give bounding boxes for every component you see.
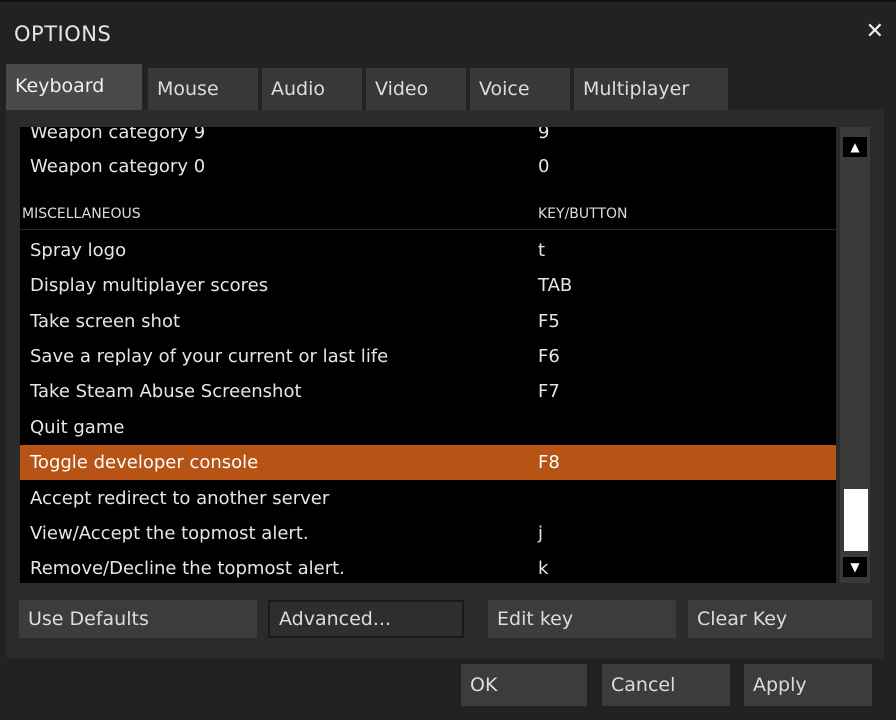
tab-audio[interactable]: Audio — [262, 68, 362, 110]
action-label: Weapon category 0 — [30, 156, 206, 177]
action-label: Toggle developer console — [30, 452, 259, 473]
tab-multiplayer[interactable]: Multiplayer — [574, 68, 728, 110]
key-label: k — [538, 558, 549, 579]
list-item[interactable]: Weapon category 9 9 — [20, 127, 836, 150]
cancel-button[interactable]: Cancel — [602, 664, 730, 706]
key-label: F8 — [538, 452, 560, 473]
arrow-up-icon[interactable]: ▲ — [843, 137, 867, 157]
tab-keyboard[interactable]: Keyboard — [6, 64, 142, 114]
list-item[interactable]: Weapon category 0 0 — [20, 149, 836, 184]
apply-button[interactable]: Apply — [744, 664, 872, 706]
arrow-down-icon[interactable]: ▼ — [843, 557, 867, 577]
section-title: MISCELLANEOUS — [22, 206, 141, 222]
tab-mouse[interactable]: Mouse — [148, 68, 258, 110]
key-label: t — [538, 240, 546, 261]
list-item[interactable]: Take Steam Abuse Screenshot F7 — [20, 374, 836, 409]
dialog-title: OPTIONS — [14, 22, 112, 46]
list-item[interactable]: Remove/Decline the topmost alert. k — [20, 551, 836, 583]
key-label: 0 — [538, 156, 550, 177]
list-item[interactable]: Accept redirect to another server — [20, 481, 836, 516]
action-label: Weapon category 9 — [30, 127, 206, 143]
edit-key-button[interactable]: Edit key — [488, 600, 676, 638]
list-item[interactable]: Quit game — [20, 410, 836, 445]
section-header: MISCELLANEOUS KEY/BUTTON — [20, 197, 836, 232]
key-label: TAB — [538, 275, 573, 296]
key-label: F6 — [538, 346, 560, 367]
key-label: 9 — [538, 127, 550, 143]
tab-video[interactable]: Video — [366, 68, 466, 110]
list-item[interactable]: Display multiplayer scores TAB — [20, 268, 836, 303]
action-label: Accept redirect to another server — [30, 488, 330, 509]
scrollbar-thumb[interactable] — [844, 489, 868, 551]
key-label: j — [538, 523, 544, 544]
close-icon[interactable]: ✕ — [866, 19, 884, 44]
scrollbar[interactable]: ▲ ▼ — [840, 127, 870, 583]
list-item[interactable]: Take screen shot F5 — [20, 304, 836, 339]
list-item-selected[interactable]: Toggle developer console F8 — [20, 445, 836, 480]
action-label: Take screen shot — [30, 311, 181, 332]
list-item[interactable]: View/Accept the topmost alert. j — [20, 516, 836, 551]
action-label: View/Accept the topmost alert. — [30, 523, 309, 544]
action-label: Save a replay of your current or last li… — [30, 346, 389, 367]
key-binding-list[interactable]: Weapon category 9 9 Weapon category 0 0 … — [20, 127, 836, 583]
action-label: Remove/Decline the topmost alert. — [30, 558, 345, 579]
action-label: Display multiplayer scores — [30, 275, 269, 296]
options-dialog: OPTIONS ✕ Keyboard Mouse Audio Video Voi… — [0, 0, 896, 720]
divider — [20, 229, 836, 230]
action-label: Spray logo — [30, 240, 127, 261]
use-defaults-button[interactable]: Use Defaults — [19, 600, 257, 638]
action-label: Quit game — [30, 417, 125, 438]
column-header: KEY/BUTTON — [538, 206, 628, 222]
action-label: Take Steam Abuse Screenshot — [30, 381, 302, 402]
list-item[interactable]: Spray logo t — [20, 233, 836, 268]
list-item[interactable]: Save a replay of your current or last li… — [20, 339, 836, 374]
ok-button[interactable]: OK — [461, 664, 587, 706]
key-label: F5 — [538, 311, 560, 332]
key-label: F7 — [538, 381, 560, 402]
clear-key-button[interactable]: Clear Key — [688, 600, 872, 638]
tab-voice[interactable]: Voice — [470, 68, 570, 110]
advanced-button[interactable]: Advanced... — [268, 600, 464, 638]
